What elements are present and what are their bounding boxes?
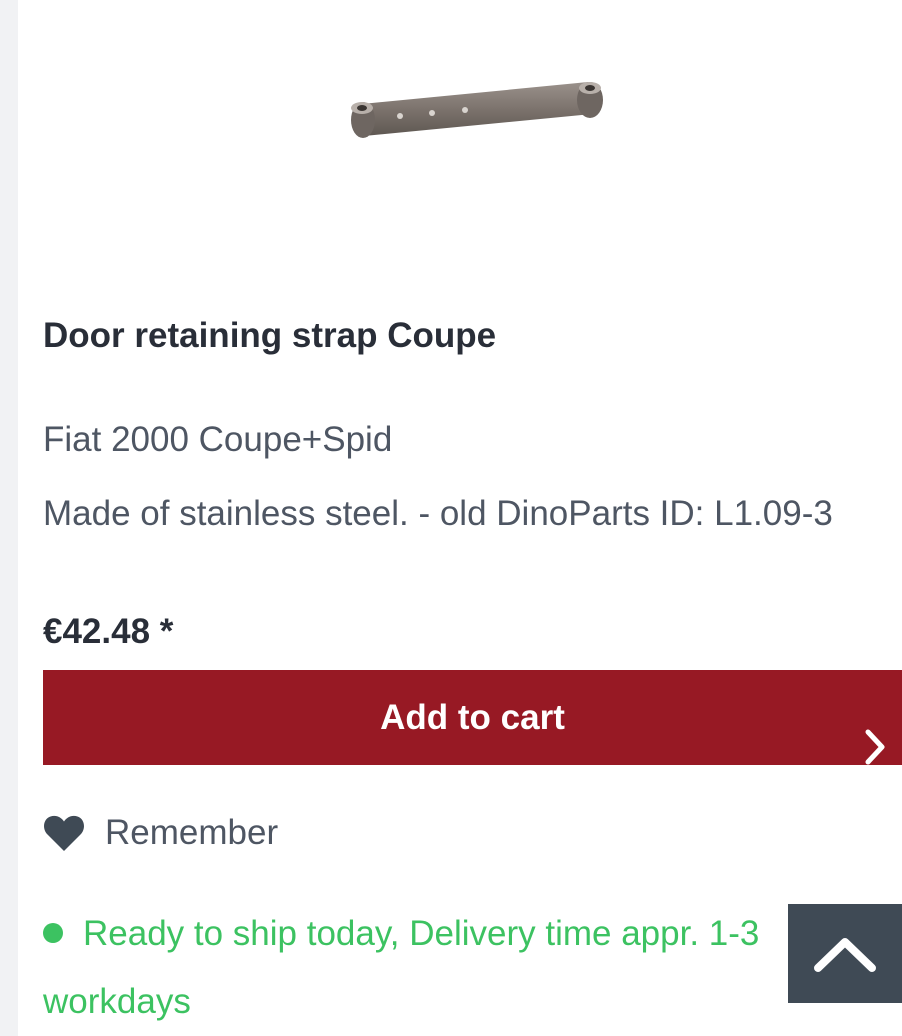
remember-label: Remember xyxy=(105,813,279,852)
scroll-to-top-button[interactable] xyxy=(788,904,902,1003)
product-page: Door retaining strap Coupe Fiat 2000 Cou… xyxy=(0,0,902,1036)
status-dot-icon xyxy=(43,922,63,943)
add-to-cart-label: Add to cart xyxy=(380,697,565,737)
delivery-text: Ready to ship today, Delivery time appr.… xyxy=(43,914,760,1021)
add-to-cart-button[interactable]: Add to cart xyxy=(43,670,902,765)
remember-link[interactable]: Remember xyxy=(43,808,278,858)
chevron-up-icon xyxy=(814,937,876,972)
product-price: €42.48 * xyxy=(43,612,174,651)
chevron-right-icon xyxy=(865,729,885,765)
left-gutter xyxy=(0,0,18,1036)
product-subtitle: Fiat 2000 Coupe+Spid xyxy=(43,420,393,459)
product-title: Door retaining strap Coupe xyxy=(43,316,497,355)
product-image[interactable] xyxy=(340,70,610,150)
product-description: Made of stainless steel. - old DinoParts… xyxy=(43,494,833,533)
delivery-status: Ready to ship today, Delivery time appr.… xyxy=(43,900,803,1036)
heart-icon xyxy=(44,815,84,851)
